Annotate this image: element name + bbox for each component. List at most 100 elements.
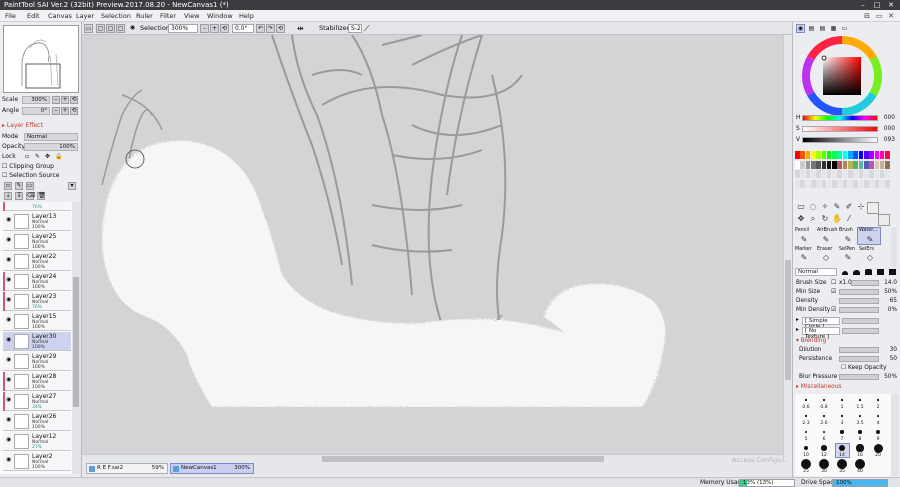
color-swatch[interactable] [826, 151, 832, 159]
close-icon[interactable]: ✕ [884, 0, 898, 10]
brush-size-dot[interactable] [841, 399, 843, 401]
visibility-eye-icon[interactable]: ◉ [6, 457, 12, 463]
blend-mode-select[interactable]: Normal [24, 133, 78, 141]
brush-size-dot[interactable] [877, 415, 879, 417]
color-wheel-tab-icon[interactable]: ◉ [796, 24, 805, 33]
invert-selection-icon[interactable]: ▢ [116, 24, 125, 33]
empty-swatch[interactable] [805, 170, 811, 178]
color-swatch[interactable] [800, 151, 805, 159]
empty-swatch[interactable] [874, 179, 880, 188]
lasso-icon[interactable]: ◌ [808, 202, 818, 212]
tool-brush-label[interactable]: Brush [839, 228, 853, 233]
empty-swatch[interactable] [853, 179, 858, 188]
tab-ref-file[interactable]: R E F.sai2 59% [86, 463, 168, 474]
brush-shape-slider[interactable] [842, 318, 879, 324]
empty-swatch[interactable] [885, 170, 890, 178]
toolbar-rotate-reset-icon[interactable]: ⟲ [276, 24, 285, 33]
brush-size-dot[interactable] [805, 399, 807, 401]
layer-row[interactable]: ◉ Layer2 Normal 100% [3, 452, 71, 471]
brush-size-value[interactable]: 14.0 [877, 279, 897, 287]
menu-selection[interactable]: Selection [101, 10, 131, 22]
select-eraser-icon[interactable]: ✐ [844, 202, 854, 212]
empty-swatch[interactable] [842, 179, 848, 188]
empty-swatch[interactable] [874, 170, 880, 178]
layer-row[interactable]: ◉ Layer13 Normal 100% [3, 212, 71, 231]
brush-size-dot[interactable] [855, 459, 865, 469]
dilution-slider[interactable] [839, 347, 879, 353]
empty-swatch[interactable] [869, 179, 874, 188]
empty-swatch[interactable] [837, 170, 843, 178]
min-density-slider[interactable] [839, 307, 879, 313]
visibility-eye-icon[interactable]: ◉ [6, 437, 12, 443]
color-swatch[interactable] [848, 151, 853, 159]
color-swatch[interactable] [869, 151, 874, 159]
brush-size-dot[interactable] [856, 444, 864, 452]
blur-pressure-slider[interactable] [839, 374, 879, 380]
rect-select-icon[interactable]: ▭ [796, 202, 806, 212]
brush-texture-select[interactable]: [ No Texture ] [802, 327, 840, 340]
swatch-tab-icon[interactable]: ▦ [829, 24, 838, 33]
eye-icon[interactable]: ◉ [128, 24, 137, 33]
color-swatch[interactable] [805, 151, 811, 159]
h-value[interactable]: 000 [879, 114, 895, 122]
selers-icon[interactable]: ◇ [865, 253, 875, 263]
layer-list-scrollbar[interactable] [72, 202, 81, 474]
angle-select[interactable]: 0.0° [232, 24, 254, 33]
scratchpad-tab-icon[interactable]: ▭ [840, 24, 849, 33]
brush-texture-toggle[interactable]: ▸ [796, 326, 799, 334]
visibility-eye-icon[interactable]: ◉ [6, 397, 12, 403]
brush-texture-slider[interactable] [842, 328, 879, 334]
empty-swatch[interactable] [863, 179, 869, 188]
color-swatch[interactable] [853, 160, 858, 169]
tab-new-canvas[interactable]: NewCanvas1 300% [170, 463, 254, 474]
brush-size-dot[interactable] [821, 445, 827, 451]
blur-pressure-value[interactable]: 50% [877, 373, 897, 381]
visibility-eye-icon[interactable]: ◉ [6, 317, 12, 323]
layer-row[interactable]: ◉ Layer23 Normal 76% [3, 292, 71, 311]
new-linework-layer-icon[interactable]: ✎ [15, 182, 23, 190]
menu-filter[interactable]: Filter [160, 10, 176, 22]
empty-swatch[interactable] [821, 179, 827, 188]
minimize-canvas-icon[interactable]: ▭ [874, 11, 884, 21]
lock-all-icon[interactable]: 🔒 [55, 153, 62, 160]
color-swatch[interactable] [816, 160, 821, 169]
brush-size-multiplier[interactable]: x1.0 [839, 279, 852, 287]
s-value[interactable]: 000 [879, 125, 895, 133]
visibility-eye-icon[interactable]: ◉ [6, 297, 12, 303]
hand-tool-icon[interactable]: ✋ [832, 214, 842, 224]
brush-size-dot[interactable] [822, 430, 826, 434]
empty-swatch[interactable] [832, 179, 837, 188]
clipping-group-checkbox[interactable]: ☐ Clipping Group [2, 162, 54, 171]
density-slider[interactable] [839, 298, 879, 304]
hue-slider[interactable] [802, 115, 878, 121]
color-swatch[interactable] [853, 151, 858, 159]
visibility-eye-icon[interactable]: ◉ [6, 357, 12, 363]
brush-icon[interactable]: ✎ [843, 235, 853, 245]
color-swatch[interactable] [863, 160, 869, 169]
canvas-horizontal-scrollbar[interactable] [82, 454, 783, 462]
empty-swatch[interactable] [810, 170, 816, 178]
keep-opacity-checkbox[interactable]: ☐ Keep Opacity [841, 364, 887, 372]
brush-shape-select[interactable]: [ Simple Circle ] [802, 317, 840, 330]
color-swatch[interactable] [879, 151, 885, 159]
selection-source-checkbox[interactable]: ☐ Selection Source [2, 171, 59, 180]
empty-swatch[interactable] [885, 179, 890, 188]
foreground-color-icon[interactable] [878, 214, 890, 226]
close-canvas-icon[interactable]: ✕ [886, 11, 896, 21]
zoom-reset-icon[interactable]: ⟲ [70, 96, 78, 104]
new-folder-icon[interactable]: ▭ [26, 182, 34, 190]
blending-section-toggle[interactable]: ▾ Blending [796, 337, 826, 345]
tool-eraser-label[interactable]: Eraser [817, 247, 832, 252]
stabilizer-select[interactable]: S-2 [348, 24, 362, 33]
menu-window[interactable]: Window [207, 10, 233, 22]
brush-size-dot[interactable] [873, 443, 883, 453]
menu-file[interactable]: File [5, 10, 16, 22]
color-swatch[interactable] [832, 151, 837, 159]
color-swatch[interactable] [869, 160, 874, 169]
dilution-value[interactable]: 30 [877, 346, 897, 354]
vertical-scroll-thumb[interactable] [785, 260, 791, 380]
brush-size-dot[interactable] [804, 430, 808, 434]
empty-swatch[interactable] [842, 170, 848, 178]
lock-pixels-icon[interactable]: ▫ [25, 153, 29, 160]
toolbar-zoom-reset-icon[interactable]: ⟲ [220, 24, 229, 33]
